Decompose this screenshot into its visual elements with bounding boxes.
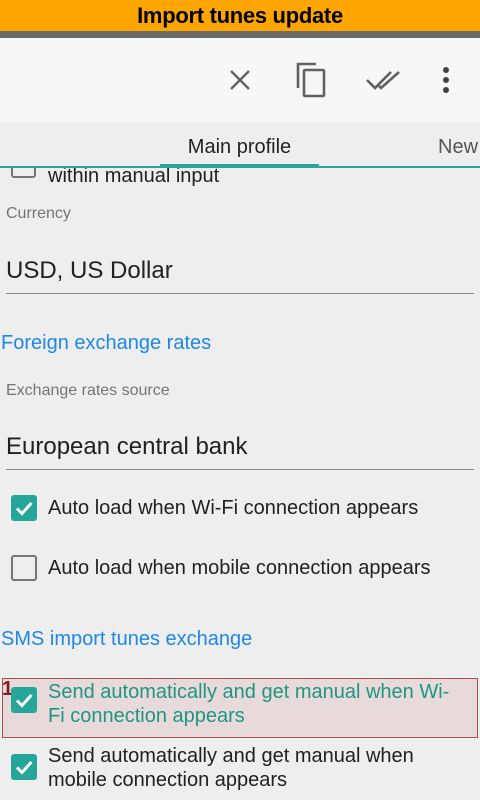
fx-section-title: Foreign exchange rates: [1, 332, 212, 354]
send-wifi-label-line2: Fi connection appears: [48, 705, 245, 727]
update-banner: Import tunes update: [0, 0, 480, 31]
send-wifi-row[interactable]: Send automatically and get manual when W…: [0, 680, 480, 728]
send-wifi-label-line1: Send automatically and get manual when W…: [48, 681, 450, 703]
auto-load-mobile-checkbox[interactable]: [11, 555, 37, 581]
send-mobile-label-line1: Send automatically and get manual when: [48, 745, 414, 767]
partial-checkbox[interactable]: [11, 168, 36, 178]
send-mobile-checkbox[interactable]: [11, 754, 37, 780]
copy-icon[interactable]: [290, 58, 334, 102]
auto-load-mobile-row[interactable]: Auto load when mobile connection appears: [0, 554, 480, 582]
banner-title: Import tunes update: [137, 3, 343, 28]
rates-source-label: Exchange rates source: [6, 382, 170, 399]
settings-content: within manual input Currency USD, US Dol…: [0, 168, 480, 800]
send-wifi-checkbox[interactable]: [11, 687, 37, 713]
tab-main-profile[interactable]: Main profile: [160, 122, 319, 168]
rates-source-field[interactable]: European central bank: [6, 432, 474, 470]
send-mobile-label: Send automatically and get manual when m…: [48, 744, 414, 792]
more-vert-icon[interactable]: [424, 58, 468, 102]
auto-load-mobile-label: Auto load when mobile connection appears: [48, 557, 431, 579]
double-check-icon[interactable]: [362, 58, 406, 102]
banner-divider: [0, 31, 480, 38]
tab-new[interactable]: New: [438, 122, 478, 172]
partial-checkbox-label: within manual input: [48, 168, 220, 187]
send-mobile-row[interactable]: Send automatically and get manual when m…: [0, 744, 480, 792]
currency-field[interactable]: USD, US Dollar: [6, 256, 474, 294]
send-wifi-label: Send automatically and get manual when W…: [48, 680, 449, 728]
currency-label: Currency: [6, 205, 71, 222]
close-icon[interactable]: [218, 58, 262, 102]
auto-load-wifi-row[interactable]: Auto load when Wi-Fi connection appears: [0, 494, 480, 522]
auto-load-wifi-checkbox[interactable]: [11, 495, 37, 521]
auto-load-wifi-label: Auto load when Wi-Fi connection appears: [48, 497, 419, 519]
send-mobile-label-line2: mobile connection appears: [48, 769, 288, 791]
sms-section-title: SMS import tunes exchange: [1, 628, 253, 650]
profile-tabs: Main profile New: [0, 122, 480, 168]
action-toolbar: [0, 38, 480, 122]
